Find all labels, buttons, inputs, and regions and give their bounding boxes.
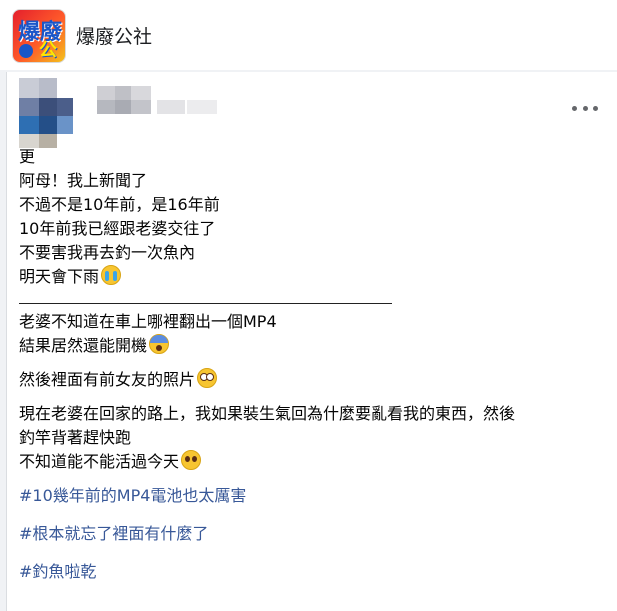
more-options-icon[interactable] (572, 100, 598, 116)
text-divider (19, 303, 392, 304)
post-line: 老婆不知道在車上哪裡翻出一個MP4 (19, 312, 277, 331)
post-line: 10年前我已經跟老婆交往了 (19, 219, 216, 238)
group-header: 爆廢 公社 爆廢公社 (0, 0, 617, 70)
post-line: 現在老婆在回家的路上，我如果裝生氣回為什麼要亂看我的東西，然後 (19, 404, 516, 423)
post-line: 然後裡面有前女友的照片 (19, 368, 604, 392)
post-line: 釣竿背著趕快跑 (19, 428, 132, 447)
logo-decoration (19, 44, 33, 58)
group-logo[interactable]: 爆廢 公社 (12, 9, 66, 63)
post-line: 不知道能不能活過今天 (19, 450, 604, 474)
post-card: 更 阿母！我上新聞了 不過不是10年前，是16年前 10年前我已經跟老婆交往了 … (6, 72, 617, 611)
flushed-face-icon (197, 368, 218, 388)
post-line: 不要害我再去釣一次魚內 (19, 243, 196, 262)
hashtag-link[interactable]: #10幾年前的MP4電池也太厲害 (19, 484, 604, 508)
post-line: 阿母！我上新聞了 (19, 171, 148, 190)
post-line-text: 明天會下雨 (19, 267, 100, 286)
post-line: 結果居然還能開機 (19, 334, 604, 358)
post-line-text: 不知道能不能活過今天 (19, 452, 180, 471)
hashtag-link[interactable]: #根本就忘了裡面有什麼了 (19, 522, 604, 546)
post-line-text: 結果居然還能開機 (19, 336, 148, 355)
post-line: 明天會下雨 (19, 265, 604, 289)
pleading-face-icon (181, 450, 202, 470)
screaming-face-icon (149, 334, 170, 354)
logo-text-bottom: 公社 (39, 40, 57, 61)
author-name-blurred (97, 86, 237, 116)
post-line: 不過不是10年前，是16年前 (19, 195, 220, 214)
hashtag-link[interactable]: #釣魚啦乾 (19, 560, 604, 584)
author-avatar-blurred (19, 78, 87, 150)
post-text: 更 阿母！我上新聞了 不過不是10年前，是16年前 10年前我已經跟老婆交往了 … (19, 145, 604, 584)
loudly-crying-face-icon (101, 265, 122, 285)
post-line-text: 然後裡面有前女友的照片 (19, 370, 196, 389)
post-line: 更 (19, 147, 36, 166)
group-name[interactable]: 爆廢公社 (76, 22, 152, 49)
